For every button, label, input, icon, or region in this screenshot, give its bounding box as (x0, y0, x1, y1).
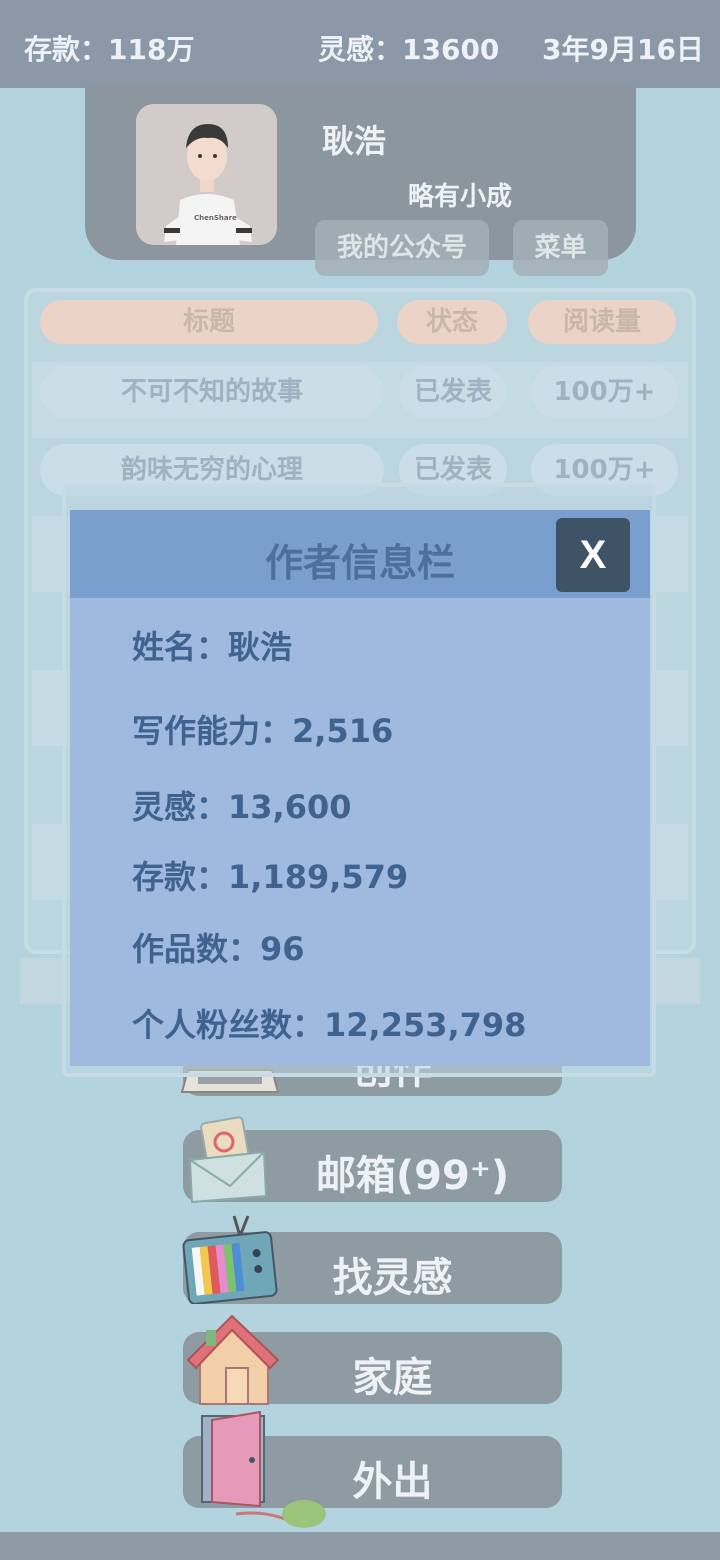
column-header-reads: 阅读量 (528, 300, 676, 344)
writing-ability: 写作能力：2,516 (132, 712, 394, 750)
savings-label: 存款：118万 (24, 33, 195, 66)
author-name: 姓名：耿浩 (132, 628, 293, 666)
works-count: 作品数：96 (132, 930, 305, 968)
date-label: 3年9月16日 (542, 33, 704, 66)
fans-count: 个人粉丝数：12,253,798 (132, 1006, 527, 1044)
public-account-button[interactable]: 我的公众号 (315, 220, 489, 276)
player-name: 耿浩 (322, 122, 387, 160)
mail-icon (188, 1116, 268, 1204)
column-header-status: 状态 (397, 300, 507, 344)
player-rank: 略有小成 (408, 182, 513, 212)
svg-text:ChenShare: ChenShare (194, 214, 237, 222)
avatar-illustration-icon: ChenShare (136, 104, 277, 245)
table-row-reads: 100万+ (531, 366, 678, 418)
bottom-bar (0, 1532, 720, 1560)
table-row-status: 已发表 (399, 366, 507, 418)
close-button[interactable]: X (556, 518, 630, 592)
door-icon (201, 1410, 326, 1528)
author-savings: 存款：1,189,579 (132, 858, 409, 896)
author-info-header: 作者信息栏 X (70, 510, 650, 598)
status-bar: 存款：118万 灵感：13600 3年9月16日 (0, 0, 720, 88)
inspiration-label: 灵感：13600 (318, 33, 500, 66)
menu-button[interactable]: 菜单 (513, 220, 608, 276)
author-info-dialog: 作者信息栏 X 姓名：耿浩 写作能力：2,516 灵感：13,600 存款：1,… (70, 510, 650, 1066)
house-icon (186, 1314, 280, 1405)
avatar[interactable]: ChenShare (136, 104, 277, 245)
table-row-title[interactable]: 不可不知的故事 (40, 366, 384, 418)
column-header-title: 标题 (40, 300, 378, 344)
author-inspiration: 灵感：13,600 (132, 788, 352, 826)
tv-icon (182, 1215, 278, 1304)
